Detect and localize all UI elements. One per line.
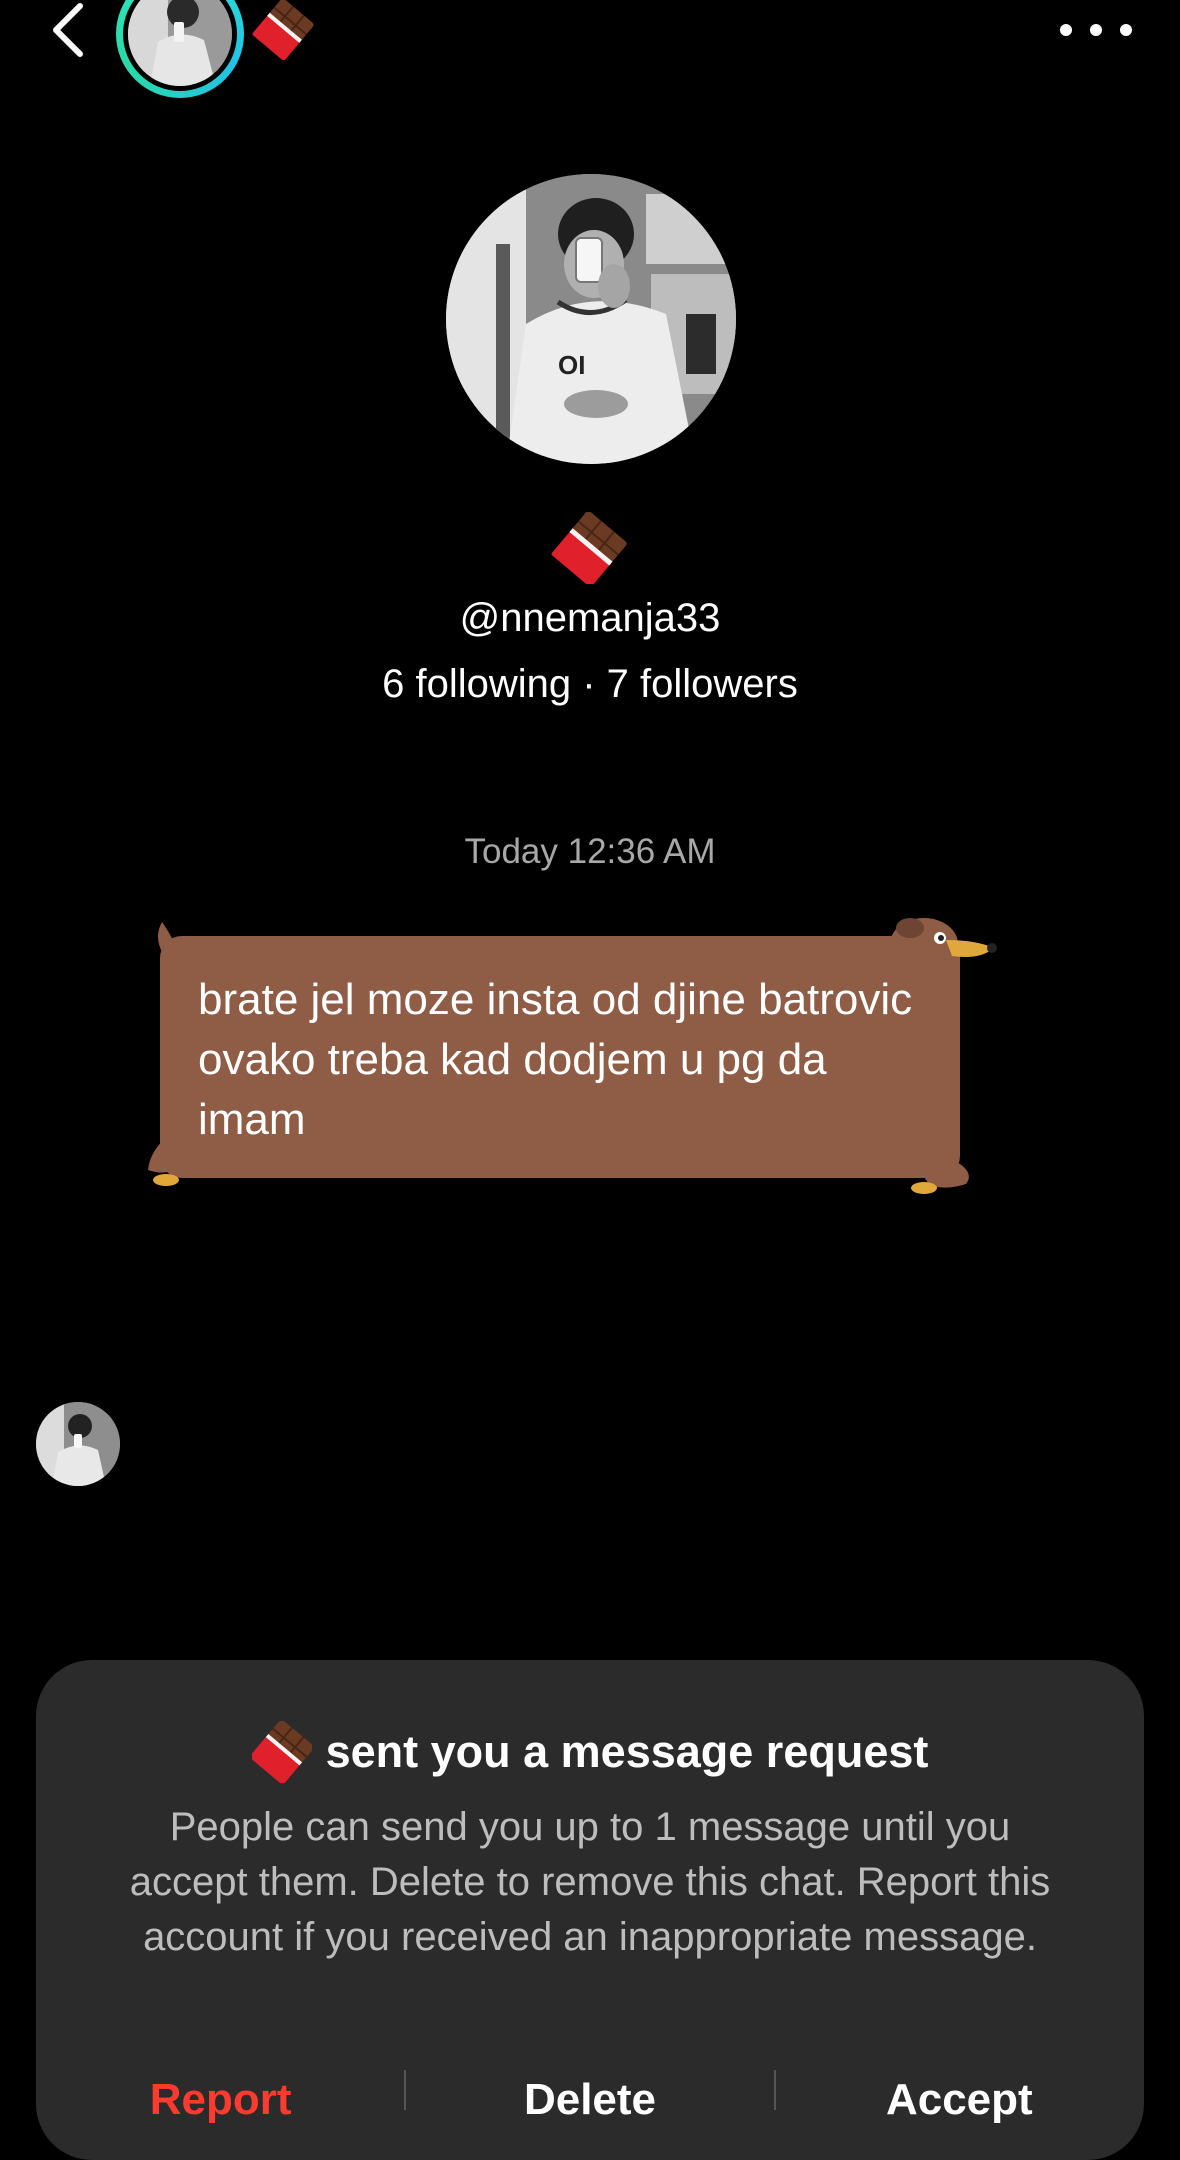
delete-button[interactable]: Delete [405,2070,774,2130]
profile-avatar[interactable]: OI [446,174,736,464]
request-description: People can send you up to 1 message unti… [129,1805,1051,1959]
request-title: sent you a message request [325,1726,929,1777]
dog-paw-icon [148,1134,180,1186]
avatar [128,0,232,86]
accept-button[interactable]: Accept [775,2070,1144,2130]
more-options-button[interactable] [1060,8,1132,52]
chocolate-bar-icon [251,1721,312,1783]
chevron-left-icon [53,3,83,57]
message-timestamp: Today 12:36 AM [464,832,716,871]
follow-stats: 6 following · 7 followers [382,662,798,706]
request-actions: Report Delete Accept [36,2070,1144,2130]
more-horizontal-icon [1060,24,1072,36]
chocolate-bar-icon [550,511,630,587]
message-text: brate jel moze insta od djine batrovic o… [198,975,913,1144]
divider [774,2070,776,2110]
header-avatar[interactable] [116,0,244,98]
divider [404,2070,406,2110]
message-bubble[interactable]: brate jel moze insta od djine batrovic o… [140,910,1002,1200]
chocolate-bar-icon [252,0,316,61]
report-button[interactable]: Report [36,2070,405,2130]
profile-username[interactable]: @nnemanja33 [0,596,1180,641]
svg-text:OI: OI [558,350,585,380]
back-button[interactable] [40,0,96,60]
sender-avatar[interactable] [36,1402,120,1486]
request-title-row: sent you a message request [0,1718,1180,1786]
dog-paw-icon [911,1156,969,1194]
